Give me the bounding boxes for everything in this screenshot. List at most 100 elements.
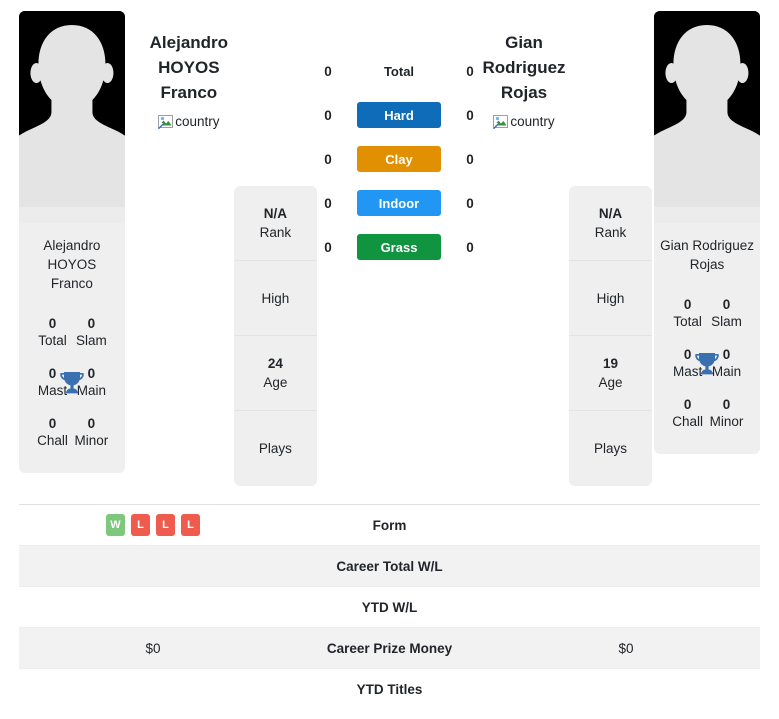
titles-row-chall-minor: 0 Chall 0 Minor — [23, 407, 121, 457]
surface-comparison-column: 0 Total 0 0 Hard 0 0 Clay 0 0 Indoor 0 0 — [319, 0, 479, 260]
stat-chall: 0 Chall — [668, 396, 707, 431]
surface-total-left-value: 0 — [324, 63, 332, 79]
career-total-wl-right — [492, 546, 760, 586]
stat-chall: 0 Chall — [33, 415, 72, 450]
country-alt-text-left: country — [175, 114, 220, 129]
titles-row-mast-main: 0 Mast 0 Main — [658, 338, 756, 388]
surface-row-hard: 0 Hard 0 — [319, 102, 479, 128]
surface-badge-grass[interactable]: Grass — [357, 234, 441, 260]
comparison-top-section: Alejandro HOYOS Franco 0 Total 0 Slam 0 — [0, 0, 779, 495]
stat-chall-label: Chall — [672, 413, 703, 429]
stat-minor: 0 Minor — [72, 415, 111, 450]
ytd-titles-right — [492, 669, 760, 710]
player-titles-left: 0 Total 0 Slam 0 Mast 0 Main 0 Chall 0 M… — [19, 307, 125, 473]
titles-row-chall-minor: 0 Chall 0 Minor — [658, 388, 756, 438]
player-name-left: Alejandro HOYOS Franco — [146, 30, 232, 105]
table-label-career-total-wl: Career Total W/L — [336, 558, 443, 574]
surface-hard-left-value: 0 — [324, 107, 332, 123]
info-rank-right: N/A Rank — [568, 186, 653, 261]
table-row-ytd-titles: YTD Titles — [19, 669, 760, 710]
surface-clay-left-value: 0 — [324, 151, 332, 167]
surface-badge-indoor[interactable]: Indoor — [357, 190, 441, 216]
player-card-left[interactable]: Alejandro HOYOS Franco 0 Total 0 Slam 0 — [19, 11, 125, 473]
info-rank-value-left: N/A — [263, 205, 288, 221]
stat-total-value: 0 — [683, 296, 692, 312]
info-rank-label-left: Rank — [259, 224, 292, 240]
player-info-panel-left: N/A Rank High 24 Age Plays — [233, 186, 317, 486]
player-photo-name-right: Gian Rodriguez Rojas — [660, 238, 754, 272]
table-row-career-prize-money: $0 Career Prize Money $0 — [19, 628, 760, 669]
stat-minor-label: Minor — [709, 413, 744, 429]
surface-clay-right-value: 0 — [466, 151, 474, 167]
career-total-wl-left — [19, 546, 287, 586]
titles-row-total-slam: 0 Total 0 Slam — [658, 288, 756, 338]
career-prize-money-left: $0 — [145, 640, 161, 656]
info-high-label-right: High — [596, 290, 625, 306]
player-name-left-line1: Alejandro — [149, 33, 229, 52]
info-plays-left: Plays — [234, 411, 317, 486]
broken-image-icon — [158, 114, 174, 130]
form-chip-loss[interactable]: L — [131, 514, 150, 536]
info-rank-value-right: N/A — [598, 205, 623, 221]
table-label-ytd-titles: YTD Titles — [356, 682, 423, 697]
country-flag-right: country — [493, 114, 555, 130]
surface-badge-hard[interactable]: Hard — [357, 102, 441, 128]
ytd-wl-left — [19, 587, 287, 627]
player-photo-name-left: Alejandro HOYOS Franco — [43, 238, 101, 291]
stat-minor-value: 0 — [722, 396, 731, 412]
table-row-ytd-wl: YTD W/L — [19, 587, 760, 628]
form-chips-left: WLLL — [106, 514, 200, 536]
surface-hard-right-value: 0 — [466, 107, 474, 123]
stat-slam-value: 0 — [87, 315, 96, 331]
form-chip-loss[interactable]: L — [156, 514, 175, 536]
stat-total-value: 0 — [48, 315, 57, 331]
stat-slam: 0 Slam — [72, 315, 111, 350]
stat-minor-label: Minor — [74, 432, 109, 448]
table-row-form: WLLL Form — [19, 505, 760, 546]
form-chip-loss[interactable]: L — [181, 514, 200, 536]
surface-row-indoor: 0 Indoor 0 — [319, 190, 479, 216]
surface-grass-left-value: 0 — [324, 239, 332, 255]
trophy-icon — [58, 368, 86, 396]
stat-minor: 0 Minor — [707, 396, 746, 431]
player-name-right-line3: Rojas — [500, 83, 548, 102]
player-header-left: Alejandro HOYOS Franco country — [146, 0, 232, 130]
info-high-label-left: High — [261, 290, 290, 306]
form-left-cell: WLLL — [19, 505, 287, 545]
stat-total: 0 Total — [33, 315, 72, 350]
surface-row-grass: 0 Grass 0 — [319, 234, 479, 260]
stat-slam-value: 0 — [722, 296, 731, 312]
info-age-value-right: 19 — [603, 355, 619, 371]
player-name-right: Gian Rodriguez Rojas — [482, 30, 565, 105]
player-photo-right — [654, 11, 760, 223]
info-age-label-left: Age — [263, 374, 288, 390]
trophy-icon — [693, 349, 721, 377]
info-high-right: High — [568, 261, 653, 336]
ytd-titles-left — [19, 669, 287, 710]
surface-total-right-value: 0 — [466, 63, 474, 79]
table-label-career-prize-money: Career Prize Money — [326, 640, 453, 656]
stat-slam: 0 Slam — [707, 296, 746, 331]
surface-grass-right-value: 0 — [466, 239, 474, 255]
info-rank-label-right: Rank — [594, 224, 627, 240]
player-name-right-line2: Rodriguez — [482, 58, 566, 77]
player-photo-left — [19, 11, 125, 223]
form-right-cell — [492, 505, 760, 545]
info-age-left: 24 Age — [233, 336, 317, 411]
table-row-career-total-wl: Career Total W/L — [19, 546, 760, 587]
surface-indoor-left-value: 0 — [324, 195, 332, 211]
surface-indoor-right-value: 0 — [466, 195, 474, 211]
info-age-value-left: 24 — [267, 355, 283, 371]
player-card-right[interactable]: Gian Rodriguez Rojas 0 Total 0 Slam 0 Ma… — [654, 11, 760, 454]
player-header-right: Gian Rodriguez Rojas country — [481, 0, 567, 130]
ytd-wl-right — [492, 587, 760, 627]
form-chip-win[interactable]: W — [106, 514, 125, 536]
info-age-label-right: Age — [598, 374, 623, 390]
country-alt-text-right: country — [510, 114, 555, 129]
surface-row-total: 0 Total 0 — [319, 58, 479, 84]
player-titles-right: 0 Total 0 Slam 0 Mast 0 Main 0 Chall 0 M… — [654, 288, 760, 454]
info-rank-left: N/A Rank — [233, 186, 317, 261]
info-plays-right: Plays — [569, 411, 652, 486]
surface-badge-clay[interactable]: Clay — [357, 146, 441, 172]
player-name-left-line2: HOYOS Franco — [158, 58, 220, 102]
